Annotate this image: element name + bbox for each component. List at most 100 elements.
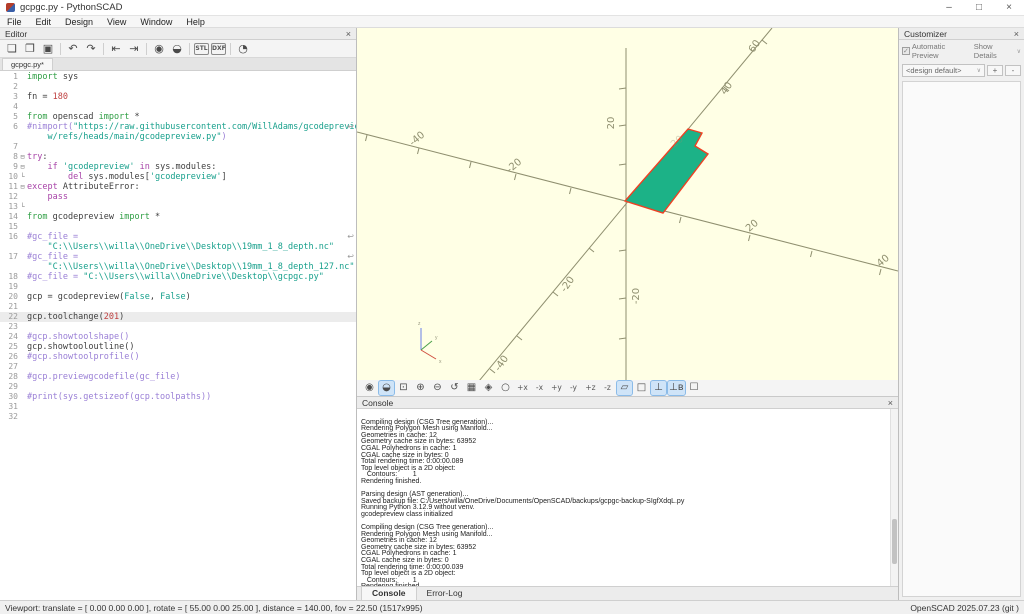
code-line[interactable]: 12 pass — [0, 192, 356, 202]
code-line[interactable]: 9⊟ if 'gcodepreview' in sys.modules: — [0, 162, 356, 172]
console-scrollbar-thumb[interactable] — [892, 519, 897, 564]
preset-add-button[interactable]: + — [987, 65, 1003, 76]
code-line[interactable]: 17#gc_file =↩ — [0, 252, 356, 262]
code-line[interactable]: 21 — [0, 302, 356, 312]
code-line[interactable]: 27 — [0, 362, 356, 372]
code-line[interactable]: 15 — [0, 222, 356, 232]
preset-dropdown[interactable]: <design default> ∨ — [902, 64, 985, 77]
code-line[interactable]: 1import sys — [0, 72, 356, 82]
show-axes-icon[interactable]: ⊥ — [651, 381, 666, 395]
gutter-spacer — [18, 72, 27, 82]
code-line-continuation[interactable]: "C:\\Users\\willa\\OneDrive\\Desktop\\19… — [0, 242, 356, 252]
code-line[interactable]: 22gcp.toolchange(201) — [0, 312, 356, 322]
code-line[interactable]: 26#gcp.showtoolprofile() — [0, 352, 356, 362]
print-service-button[interactable]: ◔ — [235, 41, 251, 56]
code-line[interactable]: 7 — [0, 142, 356, 152]
console-scrollbar[interactable] — [890, 409, 898, 586]
code-line[interactable]: 30#print(sys.getsizeof(gcp.toolpaths)) — [0, 392, 356, 402]
measure-icon[interactable]: ☐ — [687, 381, 702, 395]
code-line[interactable]: 29 — [0, 382, 356, 392]
minimize-button[interactable]: – — [934, 2, 964, 13]
maximize-button[interactable]: □ — [964, 2, 994, 13]
editor-tab[interactable]: gcpgc.py* — [2, 58, 53, 70]
close-button[interactable]: × — [994, 2, 1024, 13]
export-dxf-button[interactable]: DXF — [211, 43, 226, 55]
code-line[interactable]: 10└ del sys.modules['gcodepreview'] — [0, 172, 356, 182]
code-line[interactable]: 8⊟try: — [0, 152, 356, 162]
view-plus-z-icon[interactable]: +z — [583, 381, 598, 395]
zoom-all-icon[interactable]: ⊡ — [396, 381, 411, 395]
save-button[interactable]: ▣ — [40, 41, 56, 56]
line-number: 14 — [0, 212, 18, 222]
unindent-button[interactable]: ⇤ — [108, 41, 124, 56]
center-view-icon[interactable]: ◈ — [481, 381, 496, 395]
view-minus-y-icon[interactable]: -y — [566, 381, 581, 395]
fold-marker-icon[interactable]: └ — [18, 172, 27, 182]
view-minus-x-icon[interactable]: -x — [532, 381, 547, 395]
menu-view[interactable]: View — [100, 16, 133, 28]
fold-marker-icon[interactable]: └ — [18, 202, 27, 212]
automatic-preview-checkbox[interactable]: ✓ — [902, 47, 910, 55]
code-line[interactable]: 24#gcp.showtoolshape() — [0, 332, 356, 342]
orthographic-icon[interactable]: □ — [634, 381, 649, 395]
fold-marker-icon[interactable]: ⊟ — [18, 182, 27, 192]
editor-close-icon[interactable]: × — [346, 29, 351, 39]
perspective-icon[interactable]: ▱ — [617, 381, 632, 395]
animate-icon[interactable]: ○ — [498, 381, 513, 395]
preview-icon[interactable]: ◉ — [362, 381, 377, 395]
code-line[interactable]: 5from openscad import * — [0, 112, 356, 122]
console-tab-error-log[interactable]: Error-Log — [417, 587, 473, 600]
redo-button[interactable]: ↷ — [83, 41, 99, 56]
console-tab-console[interactable]: Console — [361, 586, 417, 600]
code-editor[interactable]: 1import sys23fn = 18045from openscad imp… — [0, 71, 356, 600]
menu-window[interactable]: Window — [133, 16, 179, 28]
code-line[interactable]: 11⊟except AttributeError: — [0, 182, 356, 192]
code-line[interactable]: 14from gcodepreview import * — [0, 212, 356, 222]
export-stl-button[interactable]: STL — [194, 43, 209, 55]
menu-design[interactable]: Design — [58, 16, 100, 28]
open-button[interactable]: ❐ — [22, 41, 38, 56]
code-line[interactable]: 6#nimport("https://raw.githubusercontent… — [0, 122, 356, 132]
zoom-in-icon[interactable]: ⊕ — [413, 381, 428, 395]
code-line[interactable]: 2 — [0, 82, 356, 92]
code-line-continuation[interactable]: w/refs/heads/main/gcodepreview.py") — [0, 132, 356, 142]
show-scale-markers-icon[interactable]: ⊥ʙ — [668, 381, 685, 395]
menu-help[interactable]: Help — [179, 16, 212, 28]
menu-edit[interactable]: Edit — [29, 16, 59, 28]
render-button[interactable]: ◒ — [169, 41, 185, 56]
menu-file[interactable]: File — [0, 16, 29, 28]
new-file-button[interactable]: ❏ — [4, 41, 20, 56]
code-line[interactable]: 19 — [0, 282, 356, 292]
code-line[interactable]: 31 — [0, 402, 356, 412]
code-line[interactable]: 23 — [0, 322, 356, 332]
view-minus-z-icon[interactable]: -z — [600, 381, 615, 395]
zoom-out-icon[interactable]: ⊖ — [430, 381, 445, 395]
3d-viewport[interactable]: -40-2020404060-20-4020-2020 xyz — [357, 28, 898, 380]
fold-marker-icon[interactable]: ⊟ — [18, 152, 27, 162]
reset-view-icon[interactable]: ↺ — [447, 381, 462, 395]
code-line[interactable]: 3fn = 180 — [0, 92, 356, 102]
code-line[interactable]: 20gcp = gcodepreview(False, False) — [0, 292, 356, 302]
undo-button[interactable]: ↶ — [65, 41, 81, 56]
code-line[interactable]: 18#gc_file = "C:\\Users\\willa\\OneDrive… — [0, 272, 356, 282]
code-line-continuation[interactable]: "C:\\Users\\willa\\OneDrive\\Desktop\\19… — [0, 262, 356, 272]
show-details-dropdown[interactable]: Show Details — [974, 42, 1015, 60]
code-line[interactable]: 13└ — [0, 202, 356, 212]
render-icon[interactable]: ◒ — [379, 381, 394, 395]
code-line[interactable]: 16#gc_file =↩ — [0, 232, 356, 242]
indent-button[interactable]: ⇥ — [126, 41, 142, 56]
gutter-spacer — [18, 322, 27, 332]
fold-marker-icon[interactable]: ⊟ — [18, 162, 27, 172]
view-plus-y-icon[interactable]: +y — [549, 381, 564, 395]
view-plus-x-icon[interactable]: +x — [515, 381, 530, 395]
code-line[interactable]: 25gcp.showtooloutline() — [0, 342, 356, 352]
preset-remove-button[interactable]: - — [1005, 65, 1021, 76]
preview-button[interactable]: ◉ — [151, 41, 167, 56]
console-close-icon[interactable]: × — [888, 398, 893, 408]
code-line[interactable]: 4 — [0, 102, 356, 112]
code-line[interactable]: 32 — [0, 412, 356, 422]
line-number: 8 — [0, 152, 18, 162]
view-all-icon[interactable]: ▦ — [464, 381, 479, 395]
code-line[interactable]: 28#gcp.previewgcodefile(gc_file) — [0, 372, 356, 382]
customizer-close-icon[interactable]: × — [1014, 29, 1019, 39]
